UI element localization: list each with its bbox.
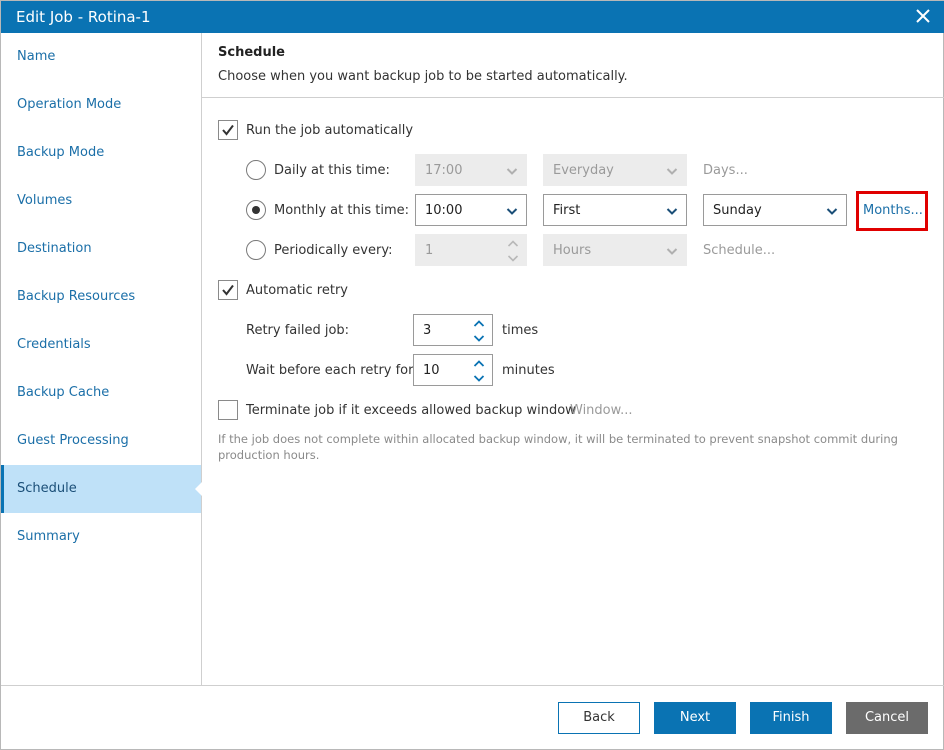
schedule-link[interactable]: Schedule...: [703, 243, 775, 258]
monthly-weekday-select[interactable]: Sunday: [703, 194, 847, 226]
edit-job-dialog: Edit Job - Rotina-1 Name Operation Mode …: [0, 0, 944, 750]
sidebar-item-destination[interactable]: Destination: [1, 225, 201, 273]
cancel-button[interactable]: Cancel: [846, 702, 928, 734]
window-title: Edit Job - Rotina-1: [16, 8, 151, 26]
chevron-down-icon: [506, 168, 518, 175]
periodically-radio[interactable]: [246, 240, 266, 260]
stepper-arrows-icon: [507, 240, 519, 262]
chevron-down-icon: [506, 208, 518, 215]
chevron-down-icon: [666, 208, 678, 215]
wait-before-label: Wait before each retry for:: [246, 363, 418, 378]
daily-label: Daily at this time:: [274, 163, 390, 178]
periodically-value: 1: [425, 243, 434, 258]
next-button[interactable]: Next: [654, 702, 736, 734]
daily-radio[interactable]: [246, 160, 266, 180]
run-automatically-checkbox[interactable]: [218, 120, 238, 140]
page-header: Schedule Choose when you want backup job…: [202, 33, 944, 98]
retry-failed-label: Retry failed job:: [246, 323, 350, 338]
sidebar-item-volumes[interactable]: Volumes: [1, 177, 201, 225]
monthly-radio[interactable]: [246, 200, 266, 220]
backup-window-note: If the job does not complete within allo…: [218, 432, 898, 462]
page-subtitle: Choose when you want backup job to be st…: [218, 69, 628, 84]
checkmark-icon: [222, 284, 234, 296]
sidebar-item-guest-processing[interactable]: Guest Processing: [1, 417, 201, 465]
monthly-time-select[interactable]: 10:00: [415, 194, 527, 226]
wait-minutes-unit: minutes: [502, 363, 555, 378]
title-bar: Edit Job - Rotina-1: [1, 1, 944, 33]
automatic-retry-checkbox[interactable]: [218, 280, 238, 300]
terminate-job-label: Terminate job if it exceeds allowed back…: [246, 403, 576, 418]
chevron-down-icon: [666, 248, 678, 255]
run-automatically-label: Run the job automatically: [246, 123, 414, 138]
monthly-weekday-value: Sunday: [713, 203, 762, 218]
sidebar-item-backup-resources[interactable]: Backup Resources: [1, 273, 201, 321]
sidebar-item-schedule[interactable]: Schedule: [1, 465, 202, 513]
retry-count-value: 3: [423, 323, 432, 338]
wait-minutes-value: 10: [423, 363, 440, 378]
monthly-occurrence-value: First: [553, 203, 581, 218]
daily-frequency-select[interactable]: Everyday: [543, 154, 687, 186]
sidebar-item-operation-mode[interactable]: Operation Mode: [1, 81, 201, 129]
dialog-footer: Back Next Finish Cancel: [1, 685, 944, 750]
monthly-label: Monthly at this time:: [274, 203, 409, 218]
periodically-unit-select[interactable]: Hours: [543, 234, 687, 266]
sidebar-item-credentials[interactable]: Credentials: [1, 321, 201, 369]
sidebar-item-name[interactable]: Name: [1, 33, 201, 81]
close-icon[interactable]: [914, 7, 932, 25]
terminate-job-checkbox[interactable]: [218, 400, 238, 420]
schedule-settings-panel: Run the job automatically Daily at this …: [202, 98, 944, 685]
daily-time-select[interactable]: 17:00: [415, 154, 527, 186]
retry-count-stepper[interactable]: 3: [413, 314, 493, 346]
monthly-occurrence-select[interactable]: First: [543, 194, 687, 226]
periodically-value-stepper[interactable]: 1: [415, 234, 527, 266]
sidebar-item-backup-cache[interactable]: Backup Cache: [1, 369, 201, 417]
daily-time-value: 17:00: [425, 163, 463, 178]
sidebar-item-backup-mode[interactable]: Backup Mode: [1, 129, 201, 177]
sidebar-item-summary[interactable]: Summary: [1, 513, 201, 561]
page-title: Schedule: [218, 45, 285, 60]
daily-frequency-value: Everyday: [553, 163, 614, 178]
checkmark-icon: [222, 124, 234, 136]
retry-count-unit: times: [502, 323, 539, 338]
chevron-down-icon: [826, 208, 838, 215]
periodically-unit-value: Hours: [553, 243, 592, 258]
finish-button[interactable]: Finish: [750, 702, 832, 734]
months-link[interactable]: Months...: [863, 203, 923, 218]
automatic-retry-label: Automatic retry: [246, 283, 348, 298]
wizard-steps-sidebar: Name Operation Mode Backup Mode Volumes …: [1, 33, 202, 685]
monthly-time-value: 10:00: [425, 203, 463, 218]
back-button[interactable]: Back: [558, 702, 640, 734]
stepper-arrows-icon[interactable]: [472, 318, 486, 344]
periodically-label: Periodically every:: [274, 243, 393, 258]
chevron-down-icon: [666, 168, 678, 175]
days-link[interactable]: Days...: [703, 163, 748, 178]
wait-minutes-stepper[interactable]: 10: [413, 354, 493, 386]
window-link[interactable]: Window...: [570, 403, 632, 418]
stepper-arrows-icon[interactable]: [472, 358, 486, 384]
